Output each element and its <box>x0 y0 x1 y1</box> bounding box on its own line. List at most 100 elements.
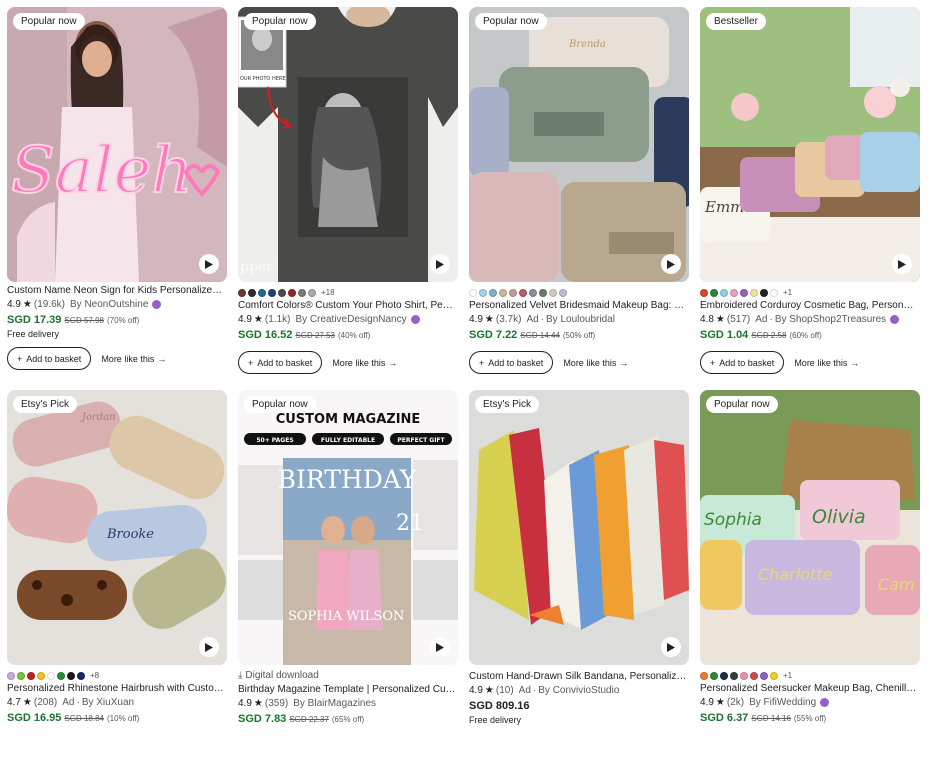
discount: (65% off) <box>331 715 365 724</box>
play-video-button[interactable] <box>199 254 219 274</box>
product-image[interactable]: Jordan Brooke Etsy's Pick <box>7 390 227 665</box>
play-icon <box>667 259 675 269</box>
color-swatch[interactable] <box>720 671 728 680</box>
color-swatch[interactable] <box>278 288 286 297</box>
color-swatch[interactable] <box>469 288 477 297</box>
shop-name[interactable]: By XiuXuan <box>82 697 134 708</box>
shop-name[interactable]: By Louloubridal <box>546 314 615 325</box>
color-swatch[interactable] <box>479 288 487 297</box>
color-swatch[interactable] <box>770 288 778 297</box>
color-swatch[interactable] <box>47 671 55 680</box>
color-swatch[interactable] <box>529 288 537 297</box>
color-swatch[interactable] <box>238 288 246 297</box>
color-swatch[interactable] <box>288 288 296 297</box>
product-card[interactable]: Saleh Popular now Custom Name Neon Sign … <box>7 7 227 390</box>
play-video-button[interactable] <box>430 254 450 274</box>
color-swatch[interactable] <box>730 288 738 297</box>
star-seller-icon <box>820 698 830 707</box>
product-price: SGD 16.52 SGD 27.53 (40% off) <box>238 329 458 341</box>
color-swatch[interactable] <box>730 671 738 680</box>
color-swatch[interactable] <box>248 288 256 297</box>
star-icon: ★ <box>715 697 725 708</box>
product-card[interactable]: Brenda Popular now Personalized Velvet B… <box>469 7 689 390</box>
color-swatch[interactable] <box>750 288 758 297</box>
play-video-button[interactable] <box>430 637 450 657</box>
shop-name[interactable]: By NeonOutshine <box>70 299 148 310</box>
color-swatch[interactable] <box>27 671 35 680</box>
product-card[interactable]: Emma Bestseller +1 Embroidered Corduroy … <box>700 7 920 390</box>
color-swatch[interactable] <box>770 671 778 680</box>
color-swatch[interactable] <box>559 288 567 297</box>
product-image[interactable]: Emma Bestseller <box>700 7 920 282</box>
color-swatch[interactable] <box>258 288 266 297</box>
product-title[interactable]: Embroidered Corduroy Cosmetic Bag, Perso… <box>700 300 918 311</box>
color-swatch[interactable] <box>740 671 748 680</box>
product-title[interactable]: Comfort Colors® Custom Your Photo Shirt,… <box>238 300 456 311</box>
more-like-this-label: More like this <box>794 357 848 368</box>
shop-name[interactable]: By BlairMagazines <box>293 698 376 709</box>
product-grid: Saleh Popular now Custom Name Neon Sign … <box>7 7 920 773</box>
product-title[interactable]: Birthday Magazine Template | Personalize… <box>238 684 456 695</box>
color-swatch[interactable] <box>7 671 15 680</box>
product-title[interactable]: Custom Hand-Drawn Silk Bandana, Personal… <box>469 671 687 682</box>
product-image[interactable]: Brenda Popular now <box>469 7 689 282</box>
color-swatch[interactable] <box>509 288 517 297</box>
color-swatch[interactable] <box>298 288 306 297</box>
play-video-button[interactable] <box>892 254 912 274</box>
color-swatch[interactable] <box>489 288 497 297</box>
color-swatch[interactable] <box>519 288 527 297</box>
color-swatch[interactable] <box>760 288 768 297</box>
color-swatch[interactable] <box>499 288 507 297</box>
product-image[interactable]: Etsy's Pick <box>469 390 689 665</box>
color-swatch[interactable] <box>700 671 708 680</box>
shop-name[interactable]: By ConvivioStudio <box>538 685 619 696</box>
shop-name[interactable]: By CreativeDesignNancy <box>295 314 406 325</box>
product-image[interactable]: CUSTOM MAGAZINE 50+ PAGES FULLY EDITABLE… <box>238 390 458 665</box>
color-swatch[interactable] <box>710 671 718 680</box>
product-title[interactable]: Personalized Rhinestone Hairbrush with C… <box>7 683 225 694</box>
product-card[interactable]: OUR PHOTO HERE pper Popular now +18 Comf… <box>238 7 458 390</box>
color-swatch[interactable] <box>77 671 85 680</box>
sale-price: SGD 1.04 <box>700 329 749 341</box>
color-swatch[interactable] <box>549 288 557 297</box>
product-title[interactable]: Custom Name Neon Sign for Kids Personali… <box>7 285 225 296</box>
product-card[interactable]: Etsy's Pick Custom Hand-Drawn Silk Banda… <box>469 390 689 773</box>
svg-text:Brooke: Brooke <box>106 527 154 542</box>
review-count: (1.1k) <box>264 314 291 325</box>
product-image[interactable]: Olivia Sophia Charlotte Cam Popular now <box>700 390 920 665</box>
color-swatch[interactable] <box>750 671 758 680</box>
add-to-basket-button[interactable]: + Add to basket <box>7 347 92 370</box>
color-swatch[interactable] <box>740 288 748 297</box>
play-video-button[interactable] <box>199 637 219 657</box>
more-like-this-link[interactable]: More like this → <box>563 358 628 368</box>
color-swatch[interactable] <box>17 671 25 680</box>
product-image[interactable]: OUR PHOTO HERE pper Popular now <box>238 7 458 282</box>
add-to-basket-button[interactable]: + Add to basket <box>469 351 554 374</box>
color-swatch[interactable] <box>308 288 316 297</box>
product-card[interactable]: Olivia Sophia Charlotte Cam Popular now … <box>700 390 920 773</box>
color-swatch[interactable] <box>37 671 45 680</box>
play-video-button[interactable] <box>661 637 681 657</box>
more-like-this-link[interactable]: More like this → <box>332 358 397 368</box>
color-swatch[interactable] <box>539 288 547 297</box>
color-swatch[interactable] <box>760 671 768 680</box>
add-to-basket-button[interactable]: + Add to basket <box>238 351 323 374</box>
shop-name[interactable]: By ShopShop2Treasures <box>775 314 886 325</box>
color-swatch[interactable] <box>268 288 276 297</box>
more-like-this-link[interactable]: More like this → <box>794 358 859 368</box>
color-swatch[interactable] <box>700 288 708 297</box>
product-card[interactable]: CUSTOM MAGAZINE 50+ PAGES FULLY EDITABLE… <box>238 390 458 773</box>
color-swatch[interactable] <box>67 671 75 680</box>
product-title[interactable]: Personalized Seersucker Makeup Bag, Chen… <box>700 683 918 694</box>
color-swatch[interactable] <box>710 288 718 297</box>
color-swatch[interactable] <box>720 288 728 297</box>
add-to-basket-button[interactable]: + Add to basket <box>700 351 785 374</box>
product-card[interactable]: Jordan Brooke Etsy's Pick +8 Personalize… <box>7 390 227 773</box>
shop-name[interactable]: By FifiWedding <box>749 697 816 708</box>
color-swatch[interactable] <box>57 671 65 680</box>
product-title[interactable]: Personalized Velvet Bridesmaid Makeup Ba… <box>469 300 687 311</box>
more-like-this-link[interactable]: More like this → <box>101 354 166 364</box>
product-image[interactable]: Saleh Popular now <box>7 7 227 282</box>
review-count: (2k) <box>726 697 745 708</box>
play-video-button[interactable] <box>661 254 681 274</box>
